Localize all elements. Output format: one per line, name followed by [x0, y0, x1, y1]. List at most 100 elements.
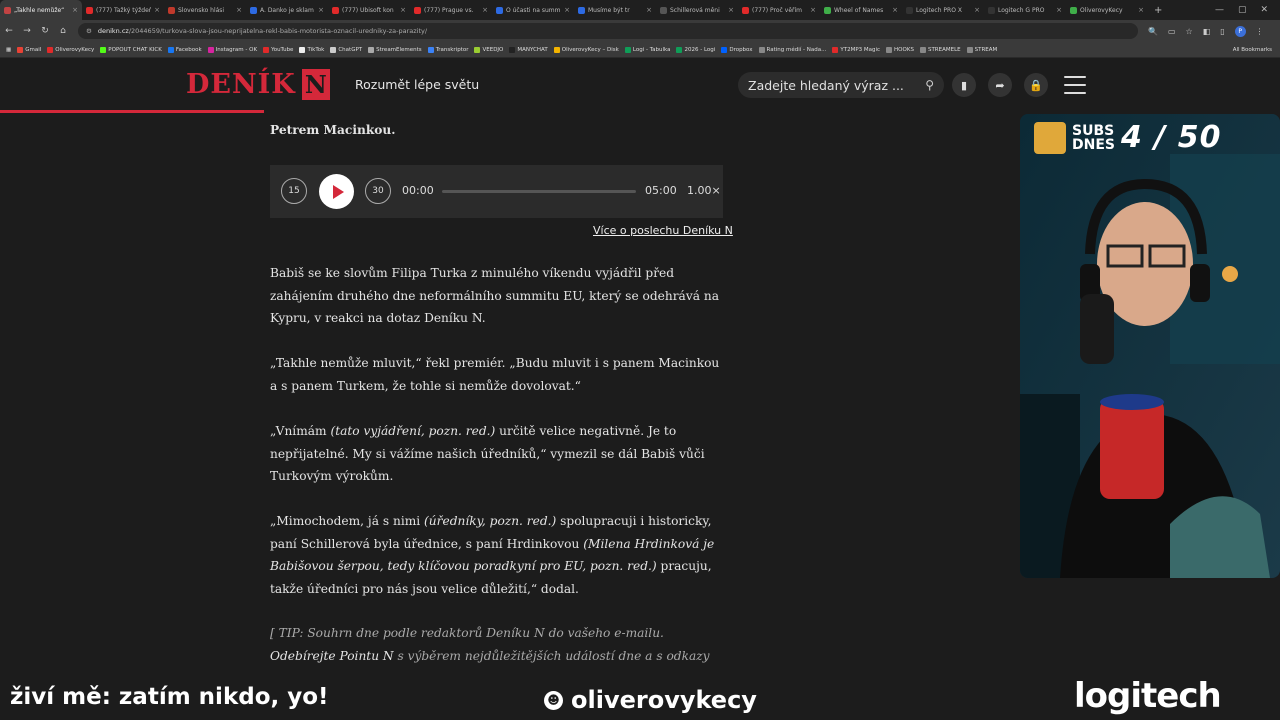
browser-tab[interactable]: (777) Proč věřím ×: [738, 0, 820, 20]
browser-tab[interactable]: (777) Ťažký týždeň ×: [82, 0, 164, 20]
article-lead-tail: Petrem Macinkou.: [270, 123, 396, 137]
forward-label: 30: [372, 186, 384, 196]
tab-close-icon[interactable]: ×: [810, 6, 816, 14]
extensions-icon[interactable]: ◧: [1203, 27, 1211, 36]
forward-30-button[interactable]: 30: [365, 178, 391, 204]
bookmark-item[interactable]: Transkriptor: [427, 46, 468, 53]
bookmark-item[interactable]: ChatGPT: [330, 46, 362, 53]
bookmark-favicon-icon: [832, 46, 839, 53]
bookmark-favicon-icon: [368, 46, 375, 53]
tab-close-icon[interactable]: ×: [318, 6, 324, 14]
browser-tab[interactable]: Schillerová měni ×: [656, 0, 738, 20]
zoom-icon[interactable]: 🔍: [1148, 27, 1158, 36]
player-seek-bar[interactable]: [442, 190, 636, 193]
site-logo[interactable]: DENÍK N: [186, 69, 330, 100]
browser-tab[interactable]: O účasti na summ ×: [492, 0, 574, 20]
bookmark-favicon-icon: [966, 46, 973, 53]
article-paragraph-2: „Takhle nemůže mluvit,“ řekl premiér. „B…: [270, 356, 720, 393]
menu-icon[interactable]: ⋮: [1256, 27, 1264, 36]
article-paragraph-4: „Mimochodem, já s nimi (úředníky, pozn. …: [270, 510, 725, 600]
bookmark-item[interactable]: Gmail: [17, 46, 41, 53]
cast-icon[interactable]: ▭: [1168, 27, 1176, 36]
bookmark-item[interactable]: Logi - Tabulka: [624, 46, 670, 53]
search-box[interactable]: Zadejte hledaný výraz ... ⚲: [738, 72, 944, 98]
minimize-icon[interactable]: —: [1215, 5, 1224, 15]
tab-close-icon[interactable]: ×: [974, 6, 980, 14]
search-input[interactable]: Zadejte hledaný výraz ...: [748, 78, 925, 93]
tab-close-icon[interactable]: ×: [728, 6, 734, 14]
bookmark-item[interactable]: Rating médií - Nada...: [758, 46, 826, 53]
bookmark-item[interactable]: 2026 - Logi: [676, 46, 715, 53]
forward-icon[interactable]: →: [18, 26, 36, 36]
back-icon[interactable]: ←: [0, 26, 18, 36]
bookmark-label: TikTok: [307, 46, 325, 53]
profile-avatar[interactable]: P: [1234, 25, 1246, 37]
tab-close-icon[interactable]: ×: [1056, 6, 1062, 14]
bookmark-item[interactable]: StreamElements: [368, 46, 422, 53]
subs-count: 4 / 50: [1120, 120, 1222, 155]
tab-favicon-icon: [168, 6, 175, 14]
hamburger-menu-icon[interactable]: [1064, 76, 1086, 94]
browser-tab[interactable]: A. Danko je sklam ×: [246, 0, 328, 20]
bookmark-item[interactable]: Facebook: [167, 46, 202, 53]
home-icon[interactable]: ⌂: [54, 26, 72, 36]
tab-close-icon[interactable]: ×: [400, 6, 406, 14]
bookmark-item[interactable]: Dropbox: [721, 46, 753, 53]
browser-tab[interactable]: Wheel of Names ×: [820, 0, 902, 20]
tip-subscribe-link[interactable]: Odebírejte Pointu N: [270, 649, 394, 663]
browser-tab[interactable]: Logitech PRO X ×: [902, 0, 984, 20]
reload-icon[interactable]: ↻: [36, 26, 54, 36]
apps-icon[interactable]: ▦: [6, 47, 11, 53]
tab-label: (777) Prague vs.: [424, 6, 474, 14]
bookmark-icon[interactable]: ▮: [952, 73, 976, 97]
all-bookmarks-button[interactable]: All Bookmarks: [1233, 47, 1280, 53]
bookmark-item[interactable]: Instagram - OK: [207, 46, 257, 53]
tab-close-icon[interactable]: ×: [564, 6, 570, 14]
bookmark-item[interactable]: VEEDJO: [474, 46, 503, 53]
sidepanel-icon[interactable]: ▯: [1220, 27, 1224, 36]
browser-tab[interactable]: Slovensko hlási ×: [164, 0, 246, 20]
bookmark-item[interactable]: HOOKS: [886, 46, 914, 53]
bookmark-item[interactable]: OliverovyKecy – Disk: [553, 46, 619, 53]
bookmark-item[interactable]: STREAMELE: [919, 46, 961, 53]
maximize-icon[interactable]: ▢: [1238, 5, 1247, 15]
rewind-label: 15: [288, 186, 300, 196]
tab-close-icon[interactable]: ×: [482, 6, 488, 14]
more-about-listening-link[interactable]: Více o poslechu Deníku N: [593, 224, 733, 237]
bookmark-item[interactable]: YT2MP3 Magic: [832, 46, 880, 53]
tab-close-icon[interactable]: ×: [154, 6, 160, 14]
new-tab-icon[interactable]: +: [1148, 5, 1168, 16]
play-button[interactable]: [319, 174, 354, 209]
bookmark-item[interactable]: OliverovyKecy: [47, 46, 95, 53]
bookmark-item[interactable]: YouTube: [263, 46, 293, 53]
bookmark-item[interactable]: POPOUT CHAT KICK: [100, 46, 162, 53]
subs-label-1: SUBS: [1072, 122, 1115, 139]
site-info-icon[interactable]: ⚙: [86, 27, 92, 35]
close-window-icon[interactable]: ✕: [1260, 5, 1268, 15]
browser-tab[interactable]: (777) Ubisoft kon ×: [328, 0, 410, 20]
bookmark-item[interactable]: STREAM: [966, 46, 997, 53]
tab-label: Logitech G PRO: [998, 6, 1045, 14]
bookmark-item[interactable]: TikTok: [299, 46, 325, 53]
bookmark-item[interactable]: MANYCHAT: [509, 46, 548, 53]
reading-progress-bar: [0, 110, 264, 113]
tab-close-icon[interactable]: ×: [892, 6, 898, 14]
lock-icon[interactable]: 🔒: [1024, 73, 1048, 97]
tab-close-icon[interactable]: ×: [236, 6, 242, 14]
browser-tab[interactable]: (777) Prague vs. ×: [410, 0, 492, 20]
share-icon[interactable]: ➦: [988, 73, 1012, 97]
bookmark-star-icon[interactable]: ☆: [1186, 27, 1193, 36]
tab-close-icon[interactable]: ×: [1138, 6, 1144, 14]
search-icon[interactable]: ⚲: [925, 78, 934, 92]
rewind-15-button[interactable]: 15: [281, 178, 307, 204]
url-field[interactable]: ⚙ denikn.cz/2044659/turkova-slova-jsou-n…: [78, 23, 1138, 39]
player-speed[interactable]: 1.00×: [687, 184, 721, 197]
browser-tab[interactable]: „Takhle nemůže“ ×: [0, 0, 82, 20]
tab-close-icon[interactable]: ×: [72, 6, 78, 14]
tab-close-icon[interactable]: ×: [646, 6, 652, 14]
browser-tab[interactable]: Musíme být tr ×: [574, 0, 656, 20]
browser-tab[interactable]: Logitech G PRO ×: [984, 0, 1066, 20]
browser-tab[interactable]: OliverovyKecy ×: [1066, 0, 1148, 20]
bookmark-label: OliverovyKecy: [55, 46, 95, 53]
channel-smiley-icon: ☻: [544, 690, 563, 710]
